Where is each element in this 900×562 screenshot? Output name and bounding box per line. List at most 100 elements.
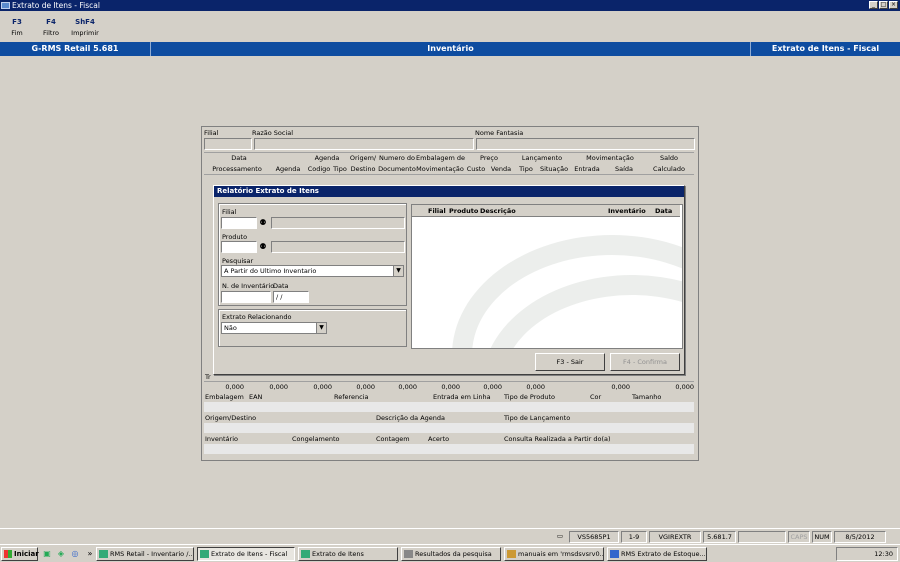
dlg-produto-label: Produto xyxy=(222,233,248,241)
quicklaunch-icon[interactable]: ◈ xyxy=(56,549,66,559)
status-num: NUM xyxy=(812,531,832,543)
total-value: 0,000 xyxy=(675,383,694,391)
desktop-icon[interactable]: ▣ xyxy=(42,549,52,559)
totals-divider xyxy=(204,381,694,382)
tipo-lancamento-label: Tipo de Lançamento xyxy=(504,414,571,422)
sub-documento: Documento xyxy=(378,165,416,173)
status-empty xyxy=(738,531,786,543)
chevron-down-icon[interactable]: ▼ xyxy=(393,266,403,276)
col-origem: Origem/ xyxy=(349,154,377,162)
descricao-agenda-label: Descrição da Agenda xyxy=(376,414,446,422)
lh-produto[interactable]: Produto xyxy=(449,207,478,215)
dlg-filial-input[interactable] xyxy=(221,217,257,229)
sair-button[interactable]: F3 - Sair xyxy=(535,353,605,371)
pesquisar-select[interactable]: A Partir do Ultimo Inventario ▼ xyxy=(221,265,404,277)
status-caps: CAPS xyxy=(788,531,810,543)
folder-icon xyxy=(507,550,516,558)
lh-data[interactable]: Data xyxy=(655,207,672,215)
total-value: 0,000 xyxy=(225,383,244,391)
start-button[interactable]: Iniciar xyxy=(1,547,39,561)
lh-filial[interactable]: Filial xyxy=(428,207,446,215)
screen-label: Extrato de Itens - Fiscal xyxy=(750,42,900,56)
dlg-filial-desc xyxy=(271,217,405,229)
results-list[interactable]: Filial Produto Descrição Inventário Data xyxy=(411,204,683,349)
app-header-bar: G-RMS Retail 5.681 Inventário Extrato de… xyxy=(0,42,900,56)
more-icon[interactable]: » xyxy=(85,549,95,559)
entrada-linha-label: Entrada em Linha xyxy=(433,393,491,401)
search-binoculars-icon[interactable]: ⚉ xyxy=(257,217,269,228)
confirma-label: F4 - Confirma xyxy=(623,358,667,366)
module-label: Inventário xyxy=(150,42,750,56)
minimize-button[interactable]: _ xyxy=(869,1,878,9)
col-data: Data xyxy=(231,154,247,162)
col-lancamento: Lançamento xyxy=(521,154,563,162)
data-input[interactable]: / / xyxy=(273,291,309,303)
dlg-ninv-label: N. de Inventário xyxy=(222,282,275,290)
status-version: 5.681.7 xyxy=(703,531,736,543)
total-value: 0,000 xyxy=(483,383,502,391)
lh-inventario[interactable]: Inventário xyxy=(608,207,646,215)
detail-row-values xyxy=(204,444,694,454)
sub-saida: Saída xyxy=(614,165,634,173)
fkey-filtro[interactable]: F4 Filtro xyxy=(34,14,68,37)
embalagem-label: Embalagem xyxy=(205,393,244,401)
taskbar-item[interactable]: manuais em 'rmsdsvsrv0... xyxy=(504,547,604,561)
referencia-label: Referencia xyxy=(334,393,369,401)
total-value: 0,000 xyxy=(398,383,417,391)
close-button[interactable]: × xyxy=(889,1,898,9)
cor-label: Cor xyxy=(590,393,602,401)
document-icon: ▭ xyxy=(556,532,564,540)
total-value: 0,000 xyxy=(269,383,288,391)
total-value: 0,000 xyxy=(313,383,332,391)
total-value: 0,000 xyxy=(441,383,460,391)
search-binoculars-icon[interactable]: ⚉ xyxy=(257,241,269,252)
taskbar-item[interactable]: Extrato de Itens xyxy=(298,547,398,561)
dialog-title: Relatório Extrato de Itens xyxy=(214,186,684,197)
taskbar-item-active[interactable]: Extrato de Itens - Fiscal xyxy=(197,547,295,561)
origem-destino-label: Origem/Destino xyxy=(205,414,257,422)
sub-movimentacao: Movimentação xyxy=(416,165,464,173)
taskbar-label: Resultados da pesquisa xyxy=(415,550,492,558)
status-bar: ▭ VS5685P1 1-9 VGIREXTR 5.681.7 CAPS NUM… xyxy=(0,528,900,544)
col-embalagem: Embalagem de xyxy=(416,154,465,162)
search-icon xyxy=(404,550,413,558)
dlg-produto-input[interactable] xyxy=(221,241,257,253)
fkey-fim[interactable]: F3 Fim xyxy=(0,14,34,37)
filial-field[interactable] xyxy=(204,138,252,150)
acerto-label: Acerto xyxy=(428,435,450,443)
confirma-button[interactable]: F4 - Confirma xyxy=(610,353,680,371)
tamanho-label: Tamanho xyxy=(632,393,662,401)
browser-icon[interactable]: ◎ xyxy=(70,549,80,559)
grid-divider xyxy=(204,152,694,153)
dlg-filial-label: Filial xyxy=(222,208,237,216)
tr-label: Tr xyxy=(205,373,211,381)
chevron-down-icon[interactable]: ▼ xyxy=(316,323,326,333)
nome-fantasia-field[interactable] xyxy=(476,138,695,150)
sub-situacao: Situação xyxy=(539,165,569,173)
total-value: 0,000 xyxy=(611,383,630,391)
taskbar-item[interactable]: Resultados da pesquisa xyxy=(401,547,501,561)
sub-destino: Destino xyxy=(350,165,376,173)
sub-custo: Custo xyxy=(466,165,486,173)
ninv-input[interactable] xyxy=(221,291,271,303)
total-value: 0,000 xyxy=(356,383,375,391)
dlg-data-label: Data xyxy=(273,282,289,290)
maximize-button[interactable]: □ xyxy=(879,1,888,9)
razao-social-field[interactable] xyxy=(254,138,474,150)
clock[interactable]: 12:30 xyxy=(874,550,893,558)
extrato-select[interactable]: Não ▼ xyxy=(221,322,327,334)
inventario-label: Inventário xyxy=(205,435,238,443)
relatorio-dialog: Relatório Extrato de Itens Filial ⚉ Prod… xyxy=(213,185,685,375)
taskbar-label: Extrato de Itens - Fiscal xyxy=(211,550,288,558)
system-tray: 12:30 xyxy=(836,547,898,561)
window-title: Extrato de Itens - Fiscal xyxy=(12,1,100,10)
taskbar-item[interactable]: RMS Retail - Inventario /... xyxy=(96,547,194,561)
taskbar-item[interactable]: RMS Extrato de Estoque... xyxy=(607,547,707,561)
fkey-imprimir[interactable]: ShF4 Imprimir xyxy=(68,14,102,37)
lh-descricao[interactable]: Descrição xyxy=(480,207,516,215)
status-program: VGIREXTR xyxy=(649,531,701,543)
dlg-extrato-label: Extrato Relacionando xyxy=(222,313,292,321)
sub-tipo: Tipo xyxy=(333,165,347,173)
sub-calculado: Calculado xyxy=(653,165,685,173)
razao-social-label: Razão Social xyxy=(252,129,294,137)
